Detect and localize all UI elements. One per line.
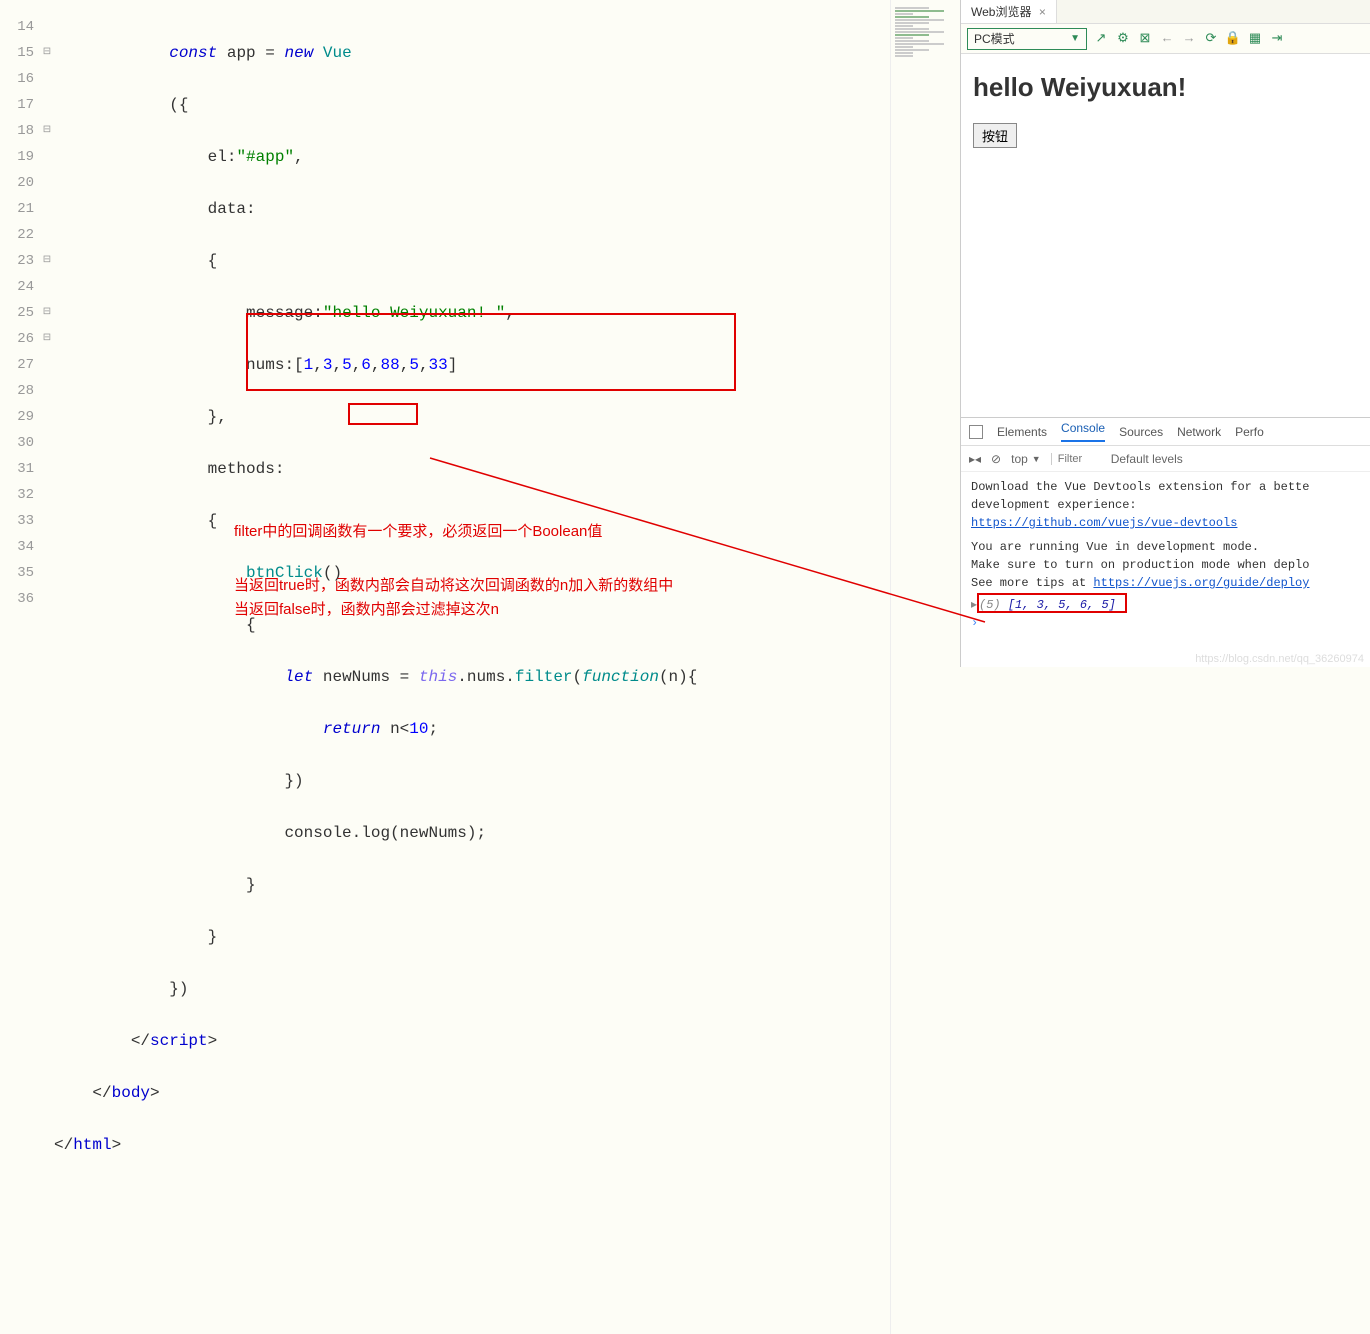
close-icon[interactable]: ×: [1039, 5, 1046, 19]
console-log[interactable]: Download the Vue Devtools extension for …: [961, 472, 1370, 667]
annotation-line-3: 当返回false时，函数内部会过滤掉这次n: [234, 598, 499, 622]
message-icon[interactable]: ⊠: [1137, 31, 1153, 47]
devtools-link[interactable]: https://github.com/vuejs/vue-devtools: [971, 516, 1237, 530]
page-viewport: hello Weiyuxuan! 按钮: [961, 54, 1370, 417]
gear-icon[interactable]: ⚙: [1115, 31, 1131, 47]
tab-sources[interactable]: Sources: [1119, 425, 1163, 439]
devtools: Elements Console Sources Network Perfo ▸…: [961, 417, 1370, 667]
mode-select[interactable]: PC模式▼: [967, 28, 1087, 50]
line-gutter: 1415161718192021222324252627282930313233…: [0, 0, 40, 1334]
browser-tab[interactable]: Web浏览器 ×: [961, 0, 1057, 23]
tab-performance[interactable]: Perfo: [1235, 425, 1264, 439]
tab-elements[interactable]: Elements: [997, 425, 1047, 439]
fold-column: ⊟⊟⊟⊟⊟: [40, 0, 54, 1334]
chevron-down-icon: ▼: [1032, 454, 1041, 464]
tab-network[interactable]: Network: [1177, 425, 1221, 439]
devtools-toolbar: ▸◂ ⊘ top ▼ Default levels: [961, 446, 1370, 472]
grid-icon[interactable]: ▦: [1247, 31, 1263, 47]
chevron-down-icon: ▼: [1070, 33, 1080, 44]
open-icon[interactable]: ↗: [1093, 31, 1109, 47]
annotation-line-1: filter中的回调函数有一个要求，必须返回一个Boolean值: [234, 520, 602, 544]
editor-pane: demo.html 141516171819202122232425262728…: [0, 0, 960, 667]
browser-pane: Web浏览器 × PC模式▼ ↗ ⚙ ⊠ ← → ⟳ 🔒 ▦ ⇥ hello W…: [960, 0, 1370, 667]
filter-input[interactable]: [1051, 453, 1101, 465]
play-icon[interactable]: ▸◂: [969, 452, 981, 466]
browser-tab-row: Web浏览器 ×: [961, 0, 1370, 24]
devtools-tabs: Elements Console Sources Network Perfo: [961, 418, 1370, 446]
browser-toolbar: PC模式▼ ↗ ⚙ ⊠ ← → ⟳ 🔒 ▦ ⇥: [961, 24, 1370, 54]
watermark: https://blog.csdn.net/qq_36260974: [1195, 653, 1364, 665]
minimap[interactable]: [890, 0, 960, 1334]
page-button[interactable]: 按钮: [973, 123, 1017, 148]
console-prompt[interactable]: ›: [971, 616, 978, 630]
lock-icon[interactable]: 🔒: [1225, 31, 1241, 47]
refresh-icon[interactable]: ⟳: [1203, 31, 1219, 47]
page-heading: hello Weiyuxuan!: [973, 72, 1358, 103]
scope-select[interactable]: top ▼: [1011, 452, 1041, 466]
inspect-icon[interactable]: [969, 425, 983, 439]
code-content[interactable]: const app = new Vue ({ el:"#app", data: …: [54, 0, 890, 1334]
levels-select[interactable]: Default levels: [1111, 452, 1183, 466]
expand-icon[interactable]: ▸: [971, 598, 977, 612]
forward-icon[interactable]: →: [1181, 31, 1197, 47]
code-area[interactable]: 1415161718192021222324252627282930313233…: [0, 0, 960, 1334]
back-icon[interactable]: ←: [1159, 31, 1175, 47]
collapse-icon[interactable]: ⇥: [1269, 31, 1285, 47]
tab-console[interactable]: Console: [1061, 421, 1105, 442]
clear-icon[interactable]: ⊘: [991, 452, 1001, 466]
guide-link[interactable]: https://vuejs.org/guide/deploy: [1093, 576, 1309, 590]
annotation-line-2: 当返回true时，函数内部会自动将这次回调函数的n加入新的数组中: [234, 574, 673, 598]
